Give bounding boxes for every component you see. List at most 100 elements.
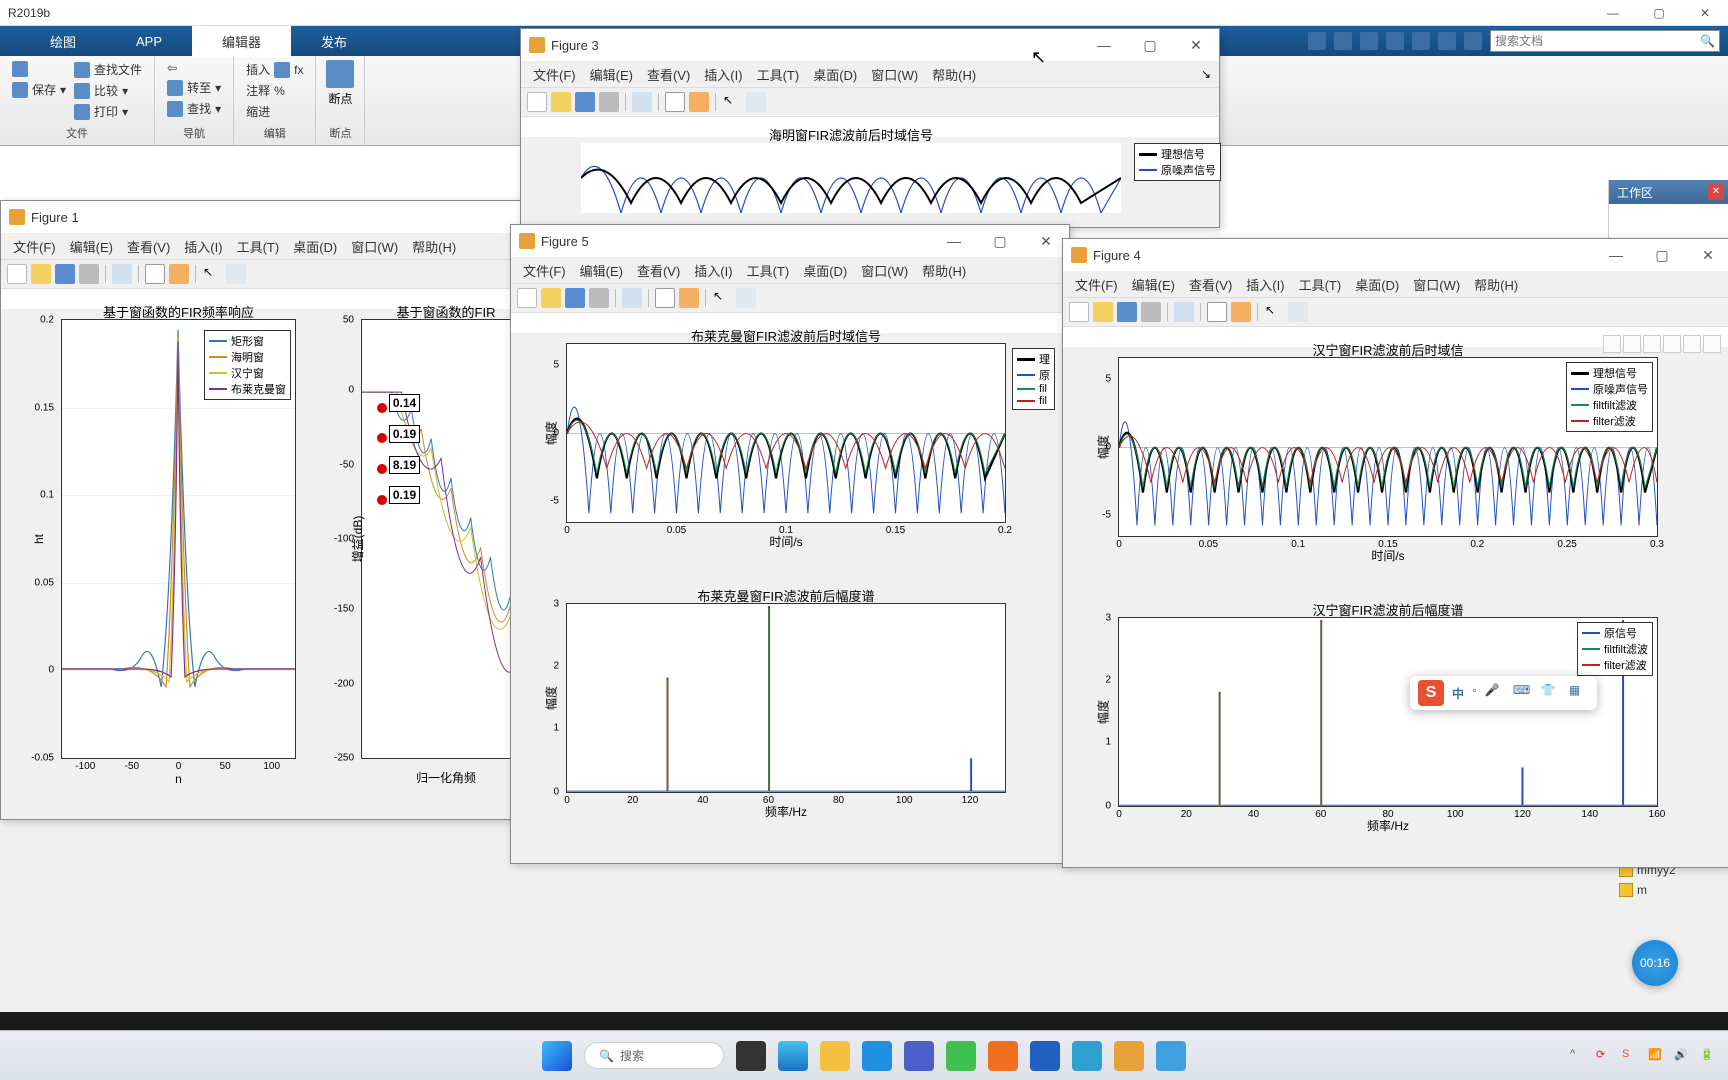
redo-icon[interactable]	[1438, 32, 1456, 50]
save-icon[interactable]	[55, 264, 75, 284]
breakpoint-icon[interactable]	[326, 60, 354, 88]
tray-network-icon[interactable]: 📶	[1648, 1048, 1664, 1064]
teams-icon[interactable]	[904, 1041, 934, 1071]
doc-search[interactable]: 🔍	[1490, 30, 1720, 52]
ppt-icon[interactable]	[988, 1041, 1018, 1071]
open-icon[interactable]	[1093, 302, 1113, 322]
comment-button[interactable]: 注释 %	[244, 81, 305, 100]
fig3-min[interactable]: —	[1081, 29, 1127, 61]
tab-app[interactable]: APP	[106, 28, 192, 55]
menu-edit[interactable]: 编辑(E)	[574, 259, 629, 282]
menu-help[interactable]: 帮助(H)	[406, 235, 462, 258]
ime-menu-icon[interactable]: ▦	[1569, 683, 1589, 703]
search-icon[interactable]: 🔍	[1700, 34, 1715, 48]
menu-file[interactable]: 文件(F)	[517, 259, 572, 282]
copy-icon[interactable]	[1360, 32, 1378, 50]
grid-icon[interactable]	[169, 264, 189, 284]
tray-volume-icon[interactable]: 🔊	[1674, 1048, 1690, 1064]
grid-icon[interactable]	[1231, 302, 1251, 322]
link-icon[interactable]	[112, 264, 132, 284]
fig5-max[interactable]: ▢	[977, 225, 1023, 257]
restore-view-icon[interactable]	[1703, 335, 1721, 353]
print-icon[interactable]	[589, 288, 609, 308]
menu-tools[interactable]: 工具(T)	[231, 235, 286, 258]
start-button[interactable]	[542, 1041, 572, 1071]
ime-skin-icon[interactable]: 👕	[1541, 683, 1561, 703]
menu-view[interactable]: 查看(V)	[121, 235, 176, 258]
menu-desktop[interactable]: 桌面(D)	[807, 63, 863, 86]
link-icon[interactable]	[632, 92, 652, 112]
pointer-icon[interactable]: ↖	[202, 264, 222, 284]
fig3-max[interactable]: ▢	[1127, 29, 1173, 61]
mail-icon[interactable]	[862, 1041, 892, 1071]
menu-edit[interactable]: 编辑(E)	[584, 63, 639, 86]
tray-battery-icon[interactable]: 🔋	[1700, 1048, 1716, 1064]
cut-icon[interactable]	[1334, 32, 1352, 50]
sogou-logo-icon[interactable]: S	[1418, 680, 1444, 706]
pointer-icon[interactable]: ↖	[712, 288, 732, 308]
ime-lang[interactable]: 中	[1452, 685, 1464, 702]
menu-insert[interactable]: 插入(I)	[698, 63, 748, 86]
pointer-icon[interactable]: ↖	[1264, 302, 1284, 322]
menu-insert[interactable]: 插入(I)	[178, 235, 228, 258]
recording-timer[interactable]: 00:16	[1632, 940, 1678, 986]
menu-desktop[interactable]: 桌面(D)	[1349, 273, 1405, 296]
print-button[interactable]: 打印▾	[72, 102, 144, 121]
browser2-icon[interactable]	[1072, 1041, 1102, 1071]
tab-publish[interactable]: 发布	[291, 26, 377, 57]
link-icon[interactable]	[1174, 302, 1194, 322]
save-button[interactable]: 保存▾	[10, 80, 68, 99]
fig4-min[interactable]: —	[1593, 239, 1639, 271]
print-icon[interactable]	[79, 264, 99, 284]
dock-icon[interactable]	[145, 264, 165, 284]
menu-more[interactable]: ↘	[1201, 67, 1219, 81]
menu-tools[interactable]: 工具(T)	[751, 63, 806, 86]
link-icon[interactable]	[622, 288, 642, 308]
ime-voice-icon[interactable]: 🎤	[1485, 683, 1505, 703]
ime-keyboard-icon[interactable]: ⌨	[1513, 683, 1533, 703]
wechat-icon[interactable]	[946, 1041, 976, 1071]
tab-editor[interactable]: 编辑器	[192, 26, 291, 57]
fig5-min[interactable]: —	[931, 225, 977, 257]
find-file-button[interactable]: 查找文件	[72, 60, 144, 79]
zoom-out-icon[interactable]	[1683, 335, 1701, 353]
word-icon[interactable]	[1030, 1041, 1060, 1071]
menu-help[interactable]: 帮助(H)	[926, 63, 982, 86]
menu-tools[interactable]: 工具(T)	[741, 259, 796, 282]
nav-back[interactable]: ⇦	[165, 60, 223, 76]
tray-ime-icon[interactable]: S	[1622, 1048, 1638, 1064]
dock-icon[interactable]	[655, 288, 675, 308]
menu-file[interactable]: 文件(F)	[1069, 273, 1124, 296]
taskbar-search[interactable]: 🔍 搜索	[584, 1042, 724, 1069]
app-icon[interactable]	[1156, 1041, 1186, 1071]
dock-icon[interactable]	[665, 92, 685, 112]
search-input[interactable]	[1495, 34, 1700, 48]
explorer-icon[interactable]	[820, 1041, 850, 1071]
print-icon[interactable]	[1141, 302, 1161, 322]
grid-icon[interactable]	[679, 288, 699, 308]
insert-legend-icon[interactable]	[736, 288, 756, 308]
print-icon[interactable]	[599, 92, 619, 112]
menu-window[interactable]: 窗口(W)	[855, 259, 914, 282]
menu-help[interactable]: 帮助(H)	[916, 259, 972, 282]
help-icon[interactable]	[1464, 32, 1482, 50]
undo-icon[interactable]	[1412, 32, 1430, 50]
menu-file[interactable]: 文件(F)	[527, 63, 582, 86]
menu-edit[interactable]: 编辑(E)	[1126, 273, 1181, 296]
goto-button[interactable]: 转至▾	[165, 78, 223, 97]
menu-insert[interactable]: 插入(I)	[1240, 273, 1290, 296]
matlab-taskbar-icon[interactable]	[1114, 1041, 1144, 1071]
fig4-max[interactable]: ▢	[1639, 239, 1685, 271]
menu-window[interactable]: 窗口(W)	[1407, 273, 1466, 296]
pointer-icon[interactable]: ↖	[722, 92, 742, 112]
new-figure-icon[interactable]	[1069, 302, 1089, 322]
save-icon[interactable]	[575, 92, 595, 112]
zoom-in-icon[interactable]	[1663, 335, 1681, 353]
menu-file[interactable]: 文件(F)	[7, 235, 62, 258]
insert-button[interactable]: 插入 fx	[244, 60, 305, 79]
maximize-button[interactable]: ▢	[1636, 0, 1682, 26]
save-icon[interactable]	[1308, 32, 1326, 50]
open-icon[interactable]	[551, 92, 571, 112]
insert-legend-icon[interactable]	[226, 264, 246, 284]
save-icon[interactable]	[565, 288, 585, 308]
